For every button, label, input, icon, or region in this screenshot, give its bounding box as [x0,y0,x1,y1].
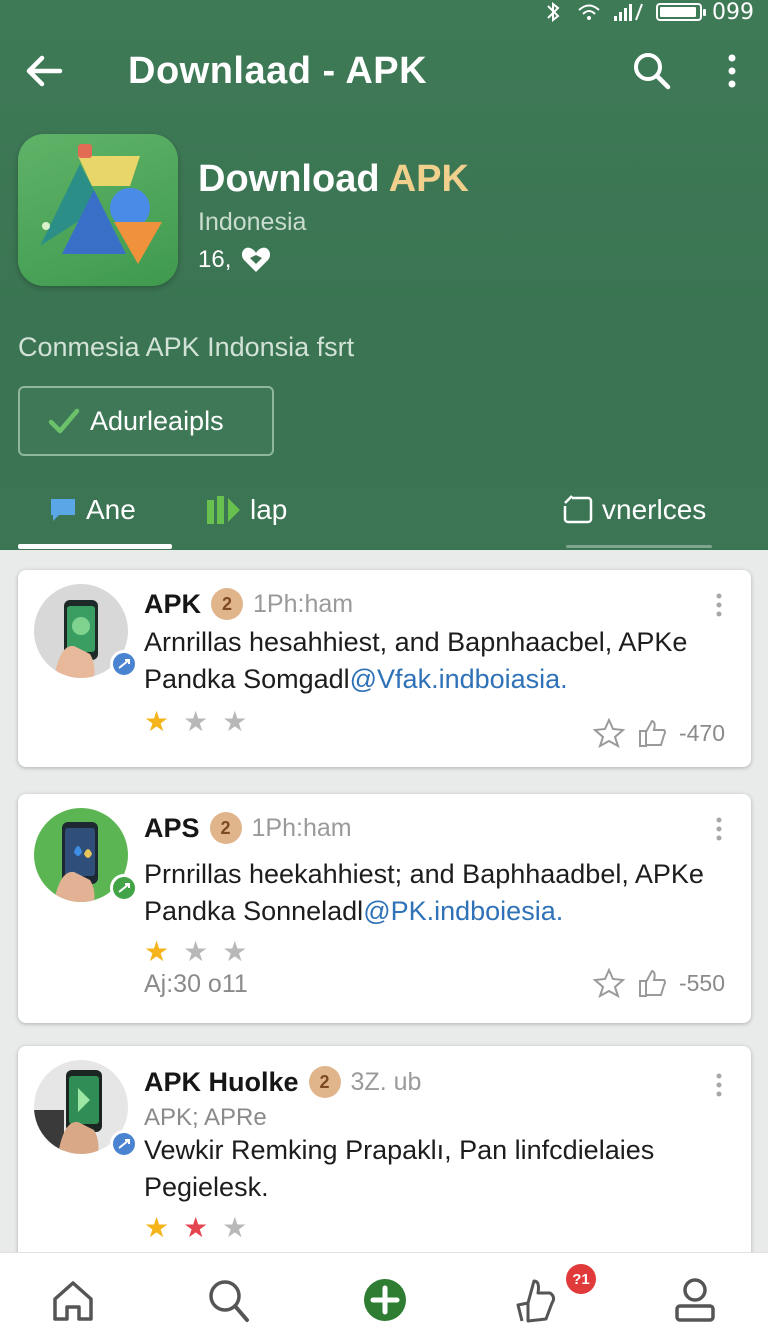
star-outline-icon[interactable] [592,968,625,998]
profile-icon [675,1278,715,1322]
tab-bar: Ane lap vnerlces [0,470,768,550]
thumbs-up-icon[interactable] [637,718,667,748]
rating-stars[interactable]: ★ ★ ★ [144,708,247,736]
post-card[interactable]: APS 2 1Ph:ham Prnrillas heekahhiest; and… [18,794,751,1023]
app-logo [18,134,178,286]
verified-icon [110,1130,138,1158]
post-time: 1Ph:ham [253,589,354,618]
post-header: APS 2 1Ph:ham [144,812,352,844]
page-title: Downlaad - APK [128,50,428,92]
nav-search[interactable] [200,1273,254,1327]
medal-icon: 2 [211,588,244,620]
nav-profile[interactable] [668,1273,722,1327]
star-icon[interactable]: ★ [222,708,247,736]
post-link[interactable]: @Vfak.indboiasia. [350,664,568,694]
like-icon [516,1279,556,1323]
more-vert-icon[interactable] [712,48,752,94]
wifi-icon [578,4,600,20]
star-icon[interactable]: ★ [183,938,208,966]
add-icon [364,1279,406,1321]
post-actions: -470 [592,718,725,748]
notification-badge: ?1 [566,1264,596,1294]
app-country: Indonesia [198,208,307,236]
app-name-accent: APK [388,158,469,200]
app-bar: Downlaad - APK [0,40,768,102]
post-time: 3Z. ub [350,1067,422,1096]
nav-add[interactable] [358,1273,412,1327]
tab-lap[interactable]: lap [206,470,287,550]
chart-icon [207,496,240,524]
tab-label: vnerlces [602,494,707,525]
medal-icon: 2 [308,1066,341,1098]
tab-ane[interactable]: Ane [48,470,136,550]
install-button-label: Adurleaipls [90,405,224,436]
edit-icon [563,495,593,524]
more-vert-icon[interactable] [707,1070,731,1100]
tab-label: Ane [86,494,136,525]
post-body: Prnrillas heekahhiest; and Baphhaadbel, … [144,856,734,930]
tab-vnerlces[interactable]: vnerlces [562,470,706,550]
battery-icon [656,3,706,21]
star-outline-icon[interactable] [592,718,625,748]
search-icon[interactable] [628,48,674,94]
star-icon[interactable]: ★ [144,1214,169,1242]
star-icon[interactable]: ★ [144,938,169,966]
bluetooth-icon [547,2,560,22]
status-time: 099 [712,0,754,25]
tab-divider [566,545,712,548]
post-time: 1Ph:ham [251,813,352,842]
more-vert-icon[interactable] [707,814,731,844]
chat-icon [51,499,75,521]
post-link[interactable]: @PK.indboiesia. [363,896,563,926]
check-icon [48,408,80,434]
post-author: APK [144,588,202,619]
tab-label: lap [250,494,288,525]
post-author: APK Huolke [144,1066,299,1097]
star-icon[interactable]: ★ [222,1214,247,1242]
app-name-main: Download [198,158,389,200]
post-actions: -550 [592,968,725,998]
post-subtitle: APK; APRe [144,1104,267,1131]
back-arrow-icon[interactable] [22,48,68,94]
more-vert-icon[interactable] [707,590,731,620]
nav-home[interactable] [46,1273,100,1327]
thumbs-up-icon[interactable] [637,968,667,998]
app-name: Download APK [198,158,469,201]
post-card[interactable]: APK Huolke 2 3Z. ub APK; APRe Vewkir Rem… [18,1046,751,1276]
search-icon [209,1280,249,1322]
verified-icon [110,874,138,902]
favorite-count: 16, [198,246,232,273]
home-icon [53,1281,93,1321]
rating-stars[interactable]: ★ ★ ★ [144,938,247,966]
like-count: -550 [678,969,725,996]
medal-icon: 2 [209,812,242,844]
star-icon[interactable]: ★ [222,938,247,966]
verified-icon [110,650,138,678]
post-meta: Aj:30 o11 [144,970,248,998]
star-icon[interactable]: ★ [183,708,208,736]
app-tagline: Conmesia APK Indonsia fsrt [18,332,355,362]
post-header: APK Huolke 2 3Z. ub [144,1066,421,1098]
app-favorite-count: 16, [198,246,271,274]
nav-like[interactable] [510,1273,564,1327]
post-author: APS [144,812,200,843]
signal-icon [614,3,643,21]
post-card[interactable]: APK 2 1Ph:ham Arnrillas hesahhiest, and … [18,570,751,767]
heart-icon[interactable] [241,246,271,274]
star-icon[interactable]: ★ [144,708,169,736]
post-text: Vewkir Remking Prapaklı, Pan linfcdielai… [144,1135,655,1202]
post-body: Vewkir Remking Prapaklı, Pan linfcdielai… [144,1132,734,1206]
rating-stars[interactable]: ★ ★ ★ [144,1214,247,1242]
bottom-navigation [0,1252,768,1344]
post-header: APK 2 1Ph:ham [144,588,353,620]
post-body: Arnrillas hesahhiest, and Bapnhaacbel, A… [144,624,734,698]
active-tab-indicator [18,544,172,549]
install-button[interactable]: Adurleaipls [18,386,274,456]
star-icon[interactable]: ★ [183,1214,208,1242]
status-bar: 099 [540,0,754,25]
like-count: -470 [678,719,725,746]
